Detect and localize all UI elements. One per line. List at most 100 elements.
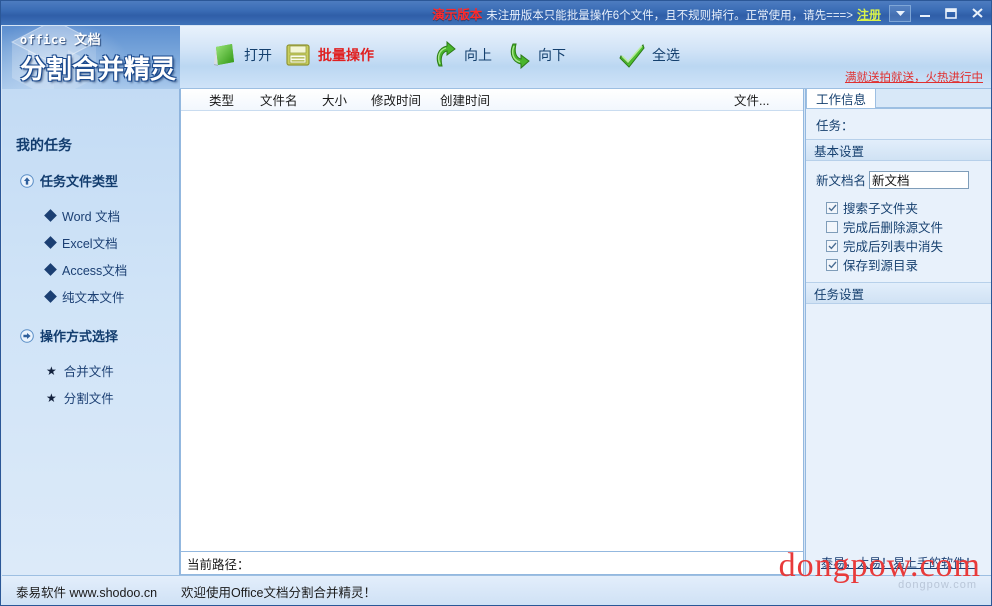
current-path-label: 当前路径： (187, 557, 250, 572)
batch-operation-button[interactable]: 批量操作 (278, 32, 380, 78)
move-down-button[interactable]: 向下 (498, 32, 572, 78)
sidebar-group-operation-mode[interactable]: 操作方式选择 (2, 326, 179, 345)
star-bullet-icon: ★ (46, 363, 57, 378)
sidebar-item-word-label: Word 文档 (62, 210, 121, 224)
floppy-save-icon (286, 44, 310, 66)
move-down-label: 向下 (538, 47, 566, 63)
arrow-up-circle-icon (20, 173, 34, 188)
task-row: 任务： (806, 109, 991, 139)
sidebar-group-file-type-label: 任务文件类型 (40, 174, 119, 189)
checkbox-delete-source-after[interactable]: 完成后删除源文件 (806, 217, 991, 236)
arrow-right-circle-icon (20, 328, 34, 343)
status-brand: 泰易软件 www.shodoo.cn (16, 585, 158, 600)
application-window: 演示版本 未注册版本只能批量操作6个文件，且不规则掉行。正常使用，请先===> … (0, 0, 992, 606)
checkbox-checked-icon (826, 239, 838, 252)
diamond-bullet-icon (44, 290, 57, 303)
sidebar-item-access-label: Access文档 (62, 264, 128, 278)
sidebar-item-access[interactable]: Access文档 (2, 256, 179, 283)
checkbox-checked-icon (826, 201, 838, 214)
status-bar: 泰易软件 www.shodoo.cn 欢迎使用Office文档分割合并精灵！ (2, 575, 991, 605)
status-welcome: 欢迎使用Office文档分割合并精灵！ (181, 585, 376, 600)
open-button-label: 打开 (244, 47, 272, 63)
checkbox-delete-source-after-label: 完成后删除源文件 (843, 221, 944, 235)
maximize-icon[interactable] (939, 4, 963, 22)
sidebar-item-plaintext-label: 纯文本文件 (62, 291, 125, 305)
sidebar-item-merge[interactable]: ★ 合并文件 (2, 357, 179, 384)
sidebar-item-plaintext[interactable]: 纯文本文件 (2, 283, 179, 310)
column-header-size[interactable]: 大小 (322, 90, 347, 109)
logo-line1: office 文档 (20, 29, 176, 48)
column-header-type[interactable]: 类型 (209, 90, 234, 109)
checkbox-save-to-source-dir[interactable]: 保存到源目录 (806, 255, 991, 274)
demo-version-tag: 演示版本 (432, 7, 483, 22)
open-book-icon (214, 44, 234, 66)
logo-office-word: office (20, 33, 67, 47)
sidebar-item-split[interactable]: ★ 分割文件 (2, 384, 179, 411)
checkbox-remove-from-list-after[interactable]: 完成后列表中消失 (806, 236, 991, 255)
sidebar-item-merge-label: 合并文件 (63, 365, 114, 379)
file-list-body[interactable] (181, 111, 803, 550)
sidebar-item-word[interactable]: Word 文档 (2, 202, 179, 229)
checkbox-unchecked-icon (826, 220, 838, 233)
arrow-down-icon (510, 43, 530, 69)
new-document-name-input[interactable] (869, 170, 970, 189)
basic-settings-body: 新文档名 搜索子文件夹 完成后删除源文件 完成后列表中消失 (806, 161, 991, 282)
sidebar-item-excel[interactable]: Excel文档 (2, 229, 179, 256)
sidebar-item-split-label: 分割文件 (63, 392, 114, 406)
sidebar-group-operation-mode-label: 操作方式选择 (40, 329, 119, 344)
diamond-bullet-icon (44, 209, 57, 222)
checkbox-checked-icon (826, 258, 838, 271)
diamond-bullet-icon (44, 236, 57, 249)
logo-text: office 文档 分割合并精灵 (20, 29, 176, 86)
task-settings-header-label: 任务设置 (814, 287, 865, 302)
checkbox-search-subfolders[interactable]: 搜索子文件夹 (806, 198, 991, 217)
task-settings-header[interactable]: 任务设置 (806, 282, 991, 304)
select-all-button[interactable]: 全选 (612, 32, 686, 78)
move-up-label: 向上 (464, 47, 492, 63)
sidebar-group-file-type[interactable]: 任务文件类型 (2, 171, 179, 190)
tabstrip-filler (876, 89, 991, 108)
move-up-button[interactable]: 向上 (424, 32, 498, 78)
register-link[interactable]: 注册 (857, 6, 881, 23)
arrow-up-icon (436, 41, 456, 67)
tab-work-info-label: 工作信息 (816, 93, 867, 107)
task-label: 任务： (816, 118, 854, 133)
logo-doc-word: 文档 (74, 32, 102, 47)
sidebar: 我的任务 任务文件类型 Word 文档 Excel文档 Access文档 纯文本… (2, 89, 180, 575)
new-document-name-label: 新文档名 (816, 174, 867, 188)
panel-tabstrip: 工作信息 (806, 88, 991, 109)
basic-settings-header[interactable]: 基本设置 (806, 139, 991, 161)
checkbox-search-subfolders-label: 搜索子文件夹 (843, 202, 919, 216)
column-header-modified[interactable]: 修改时间 (371, 90, 421, 109)
sidebar-title: 我的任务 (16, 137, 72, 153)
tab-work-info[interactable]: 工作信息 (806, 88, 877, 108)
close-icon[interactable] (965, 4, 989, 22)
work-info-panel: 工作信息 任务： 基本设置 新文档名 搜索子文件夹 完成后删除源文 (805, 88, 991, 575)
batch-operation-label: 批量操作 (318, 47, 374, 63)
current-path-bar: 当前路径： (180, 552, 804, 575)
file-list-header: 类型 文件名 大小 修改时间 创建时间 文件... (181, 89, 803, 111)
title-message: 演示版本 未注册版本只能批量操作6个文件，且不规则掉行。正常使用，请先===> … (432, 4, 881, 23)
app-logo: office 文档 分割合并精灵 (2, 26, 180, 89)
checkbox-save-to-source-dir-label: 保存到源目录 (843, 259, 919, 273)
select-all-label: 全选 (652, 47, 680, 63)
column-header-file[interactable]: 文件... (734, 90, 769, 109)
open-button[interactable]: 打开 (204, 32, 278, 78)
file-list[interactable]: 类型 文件名 大小 修改时间 创建时间 文件... (180, 89, 804, 552)
star-bullet-icon: ★ (46, 390, 57, 405)
title-bar: 演示版本 未注册版本只能批量操作6个文件，且不规则掉行。正常使用，请先===> … (1, 1, 991, 25)
column-header-filename[interactable]: 文件名 (260, 90, 298, 109)
minimize-icon[interactable] (913, 4, 937, 22)
chevron-down-icon[interactable] (889, 4, 911, 22)
checkbox-remove-from-list-after-label: 完成后列表中消失 (843, 240, 944, 254)
basic-settings-header-label: 基本设置 (814, 144, 865, 159)
diamond-bullet-icon (44, 263, 57, 276)
promo-link[interactable]: 满就送拍就送，火热进行中 (845, 69, 983, 85)
new-document-name-row: 新文档名 (806, 170, 991, 189)
logo-line2: 分割合并精灵 (20, 54, 177, 84)
main-toolbar: 打开 批量操作 向上 向下 全选 满就送拍就送，火热进行中 (180, 26, 991, 89)
panel-slogan: 泰易，太易！易上手的软件！ (820, 556, 977, 570)
check-all-icon (619, 43, 645, 68)
column-header-created[interactable]: 创建时间 (440, 90, 490, 109)
